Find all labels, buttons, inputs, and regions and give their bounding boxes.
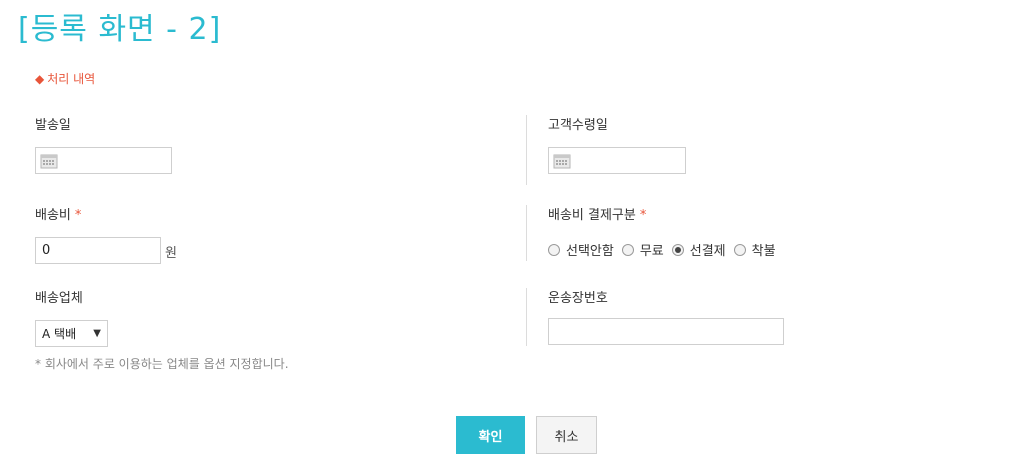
radio-label: 착불: [751, 244, 776, 259]
receive-date-field[interactable]: [548, 147, 686, 174]
required-mark: *: [74, 208, 82, 223]
required-mark: *: [639, 208, 647, 223]
ship-date-field[interactable]: [35, 147, 172, 174]
carrier-selected-value: A 택배: [42, 327, 77, 341]
radio-label: 선택안함: [566, 244, 614, 259]
tracking-number-field[interactable]: [548, 318, 784, 345]
section-header: ◆ 처리 내역: [35, 70, 95, 88]
radio-prepaid[interactable]: 선결제: [671, 240, 726, 259]
confirm-button[interactable]: 확인: [456, 416, 525, 454]
section-title: 처리 내역: [47, 72, 96, 86]
carrier-note: * 회사에서 주로 이용하는 업체를 옵션 지정합니다.: [35, 357, 289, 371]
shipping-fee-field[interactable]: [35, 237, 161, 264]
radio-free[interactable]: 무료: [621, 240, 664, 259]
payment-type-label: 배송비 결제구분 *: [548, 207, 646, 225]
shipping-fee-label-text: 배송비: [35, 208, 71, 223]
currency-unit: 원: [165, 246, 177, 261]
receive-date-label: 고객수령일: [548, 118, 608, 133]
column-divider: [526, 115, 527, 185]
radio-button[interactable]: [733, 243, 746, 256]
payment-type-label-text: 배송비 결제구분: [548, 208, 636, 223]
radio-label: 무료: [639, 244, 664, 259]
calendar-icon[interactable]: [40, 153, 58, 169]
page-title: [등록 화면 - 2]: [18, 12, 222, 47]
registration-page: [등록 화면 - 2] ◆ 처리 내역 발송일 고객수령일 배송비 * 0 원 …: [0, 0, 1026, 460]
radio-cod[interactable]: 착불: [733, 240, 776, 259]
ship-date-label: 발송일: [35, 118, 71, 133]
radio-button-selected[interactable]: [671, 243, 684, 256]
diamond-icon: ◆: [35, 72, 45, 86]
carrier-label: 배송업체: [35, 291, 83, 306]
radio-none[interactable]: 선택안함: [548, 240, 614, 259]
calendar-icon[interactable]: [553, 153, 571, 169]
radio-button[interactable]: [621, 243, 634, 256]
shipping-fee-label: 배송비 *: [35, 207, 81, 225]
cancel-button[interactable]: 취소: [536, 416, 597, 454]
shipping-fee-input[interactable]: [36, 238, 160, 263]
dropdown-arrow-icon: ▼: [93, 328, 101, 339]
column-divider: [526, 288, 527, 346]
payment-type-radio-group: 선택안함 무료 선결제 착불: [548, 240, 784, 259]
column-divider: [526, 205, 527, 261]
carrier-select[interactable]: A 택배 ▼: [35, 320, 108, 347]
tracking-number-input[interactable]: [549, 319, 783, 344]
tracking-number-label: 운송장번호: [548, 291, 608, 306]
radio-button[interactable]: [548, 243, 560, 256]
radio-label: 선결제: [689, 244, 726, 259]
